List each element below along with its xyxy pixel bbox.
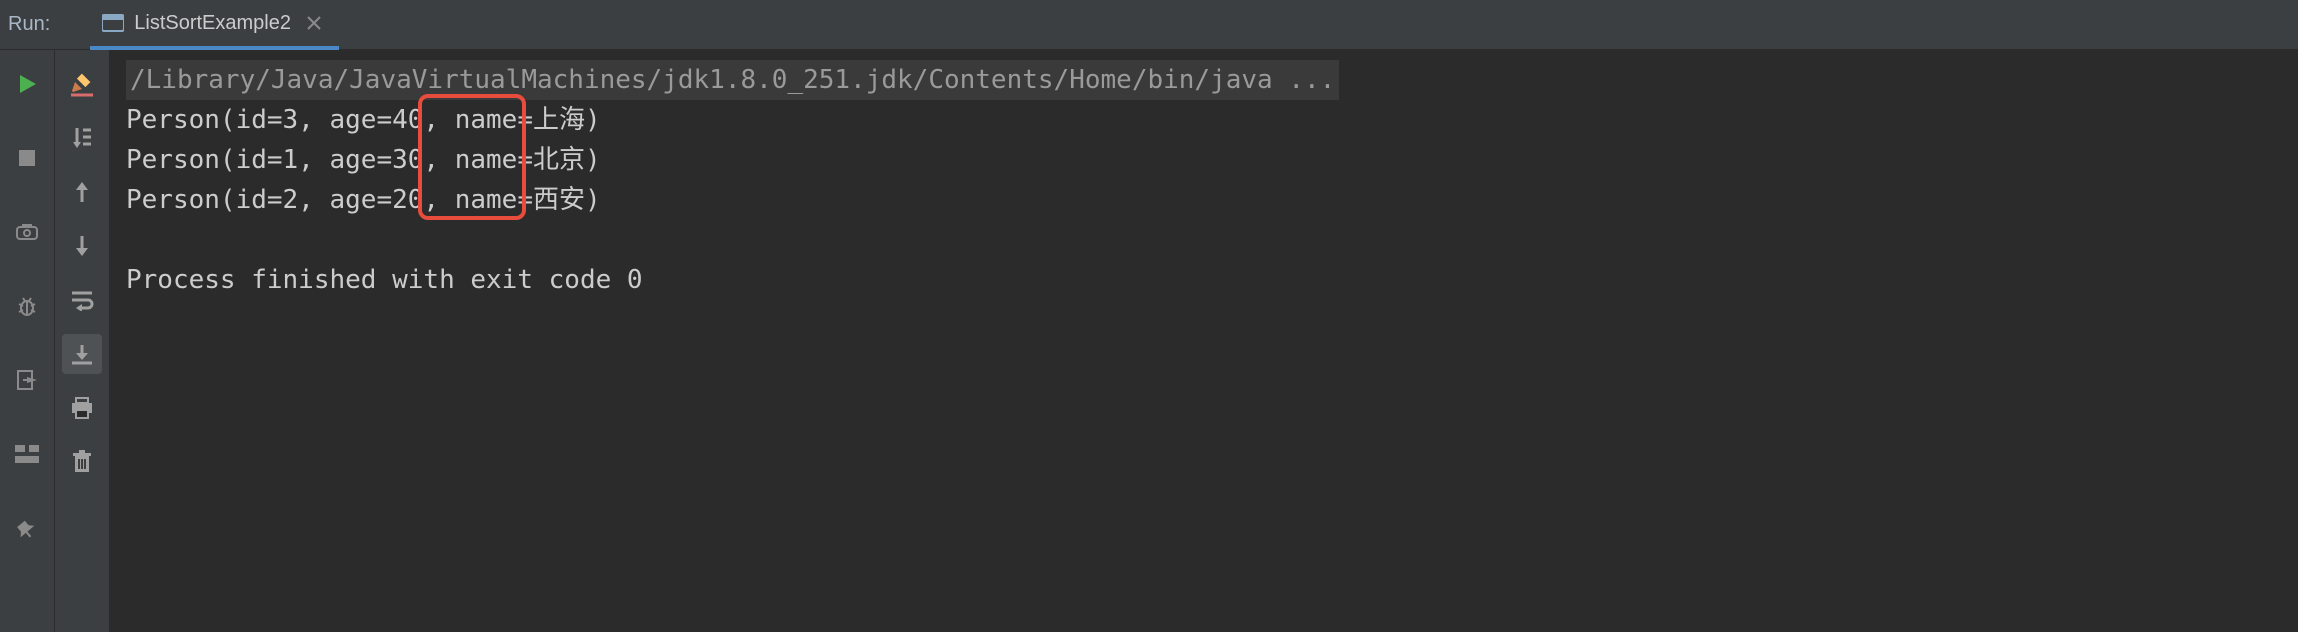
output-line: Person(id=2, age=20, name=西安) xyxy=(126,180,2282,220)
stop-button[interactable] xyxy=(7,138,47,178)
output-line: Person(id=3, age=40, name=上海) xyxy=(126,100,2282,140)
exit-button[interactable] xyxy=(7,360,47,400)
scroll-to-end-button[interactable] xyxy=(62,334,102,374)
close-icon[interactable] xyxy=(307,16,321,30)
up-button[interactable] xyxy=(62,172,102,212)
run-label: Run: xyxy=(8,13,50,36)
dump-threads-button[interactable] xyxy=(7,212,47,252)
pin-button[interactable] xyxy=(7,508,47,548)
application-icon xyxy=(102,12,124,34)
trash-button[interactable] xyxy=(62,442,102,482)
output-line: Person(id=1, age=30, name=北京) xyxy=(126,140,2282,180)
run-tool-header: Run: ListSortExample2 xyxy=(0,0,2298,50)
step-button[interactable] xyxy=(62,118,102,158)
edit-button[interactable] xyxy=(62,64,102,104)
console-output[interactable]: /Library/Java/JavaVirtualMachines/jdk1.8… xyxy=(110,50,2298,632)
console-toolbar xyxy=(55,50,110,632)
command-line: /Library/Java/JavaVirtualMachines/jdk1.8… xyxy=(126,60,1339,100)
layout-button[interactable] xyxy=(7,434,47,474)
down-button[interactable] xyxy=(62,226,102,266)
soft-wrap-button[interactable] xyxy=(62,280,102,320)
left-toolbar xyxy=(0,50,55,632)
debug-button[interactable] xyxy=(7,286,47,326)
tab-label: ListSortExample2 xyxy=(134,12,291,35)
exit-line: Process finished with exit code 0 xyxy=(126,260,2282,300)
print-button[interactable] xyxy=(62,388,102,428)
run-tab[interactable]: ListSortExample2 xyxy=(90,0,339,50)
rerun-button[interactable] xyxy=(7,64,47,104)
